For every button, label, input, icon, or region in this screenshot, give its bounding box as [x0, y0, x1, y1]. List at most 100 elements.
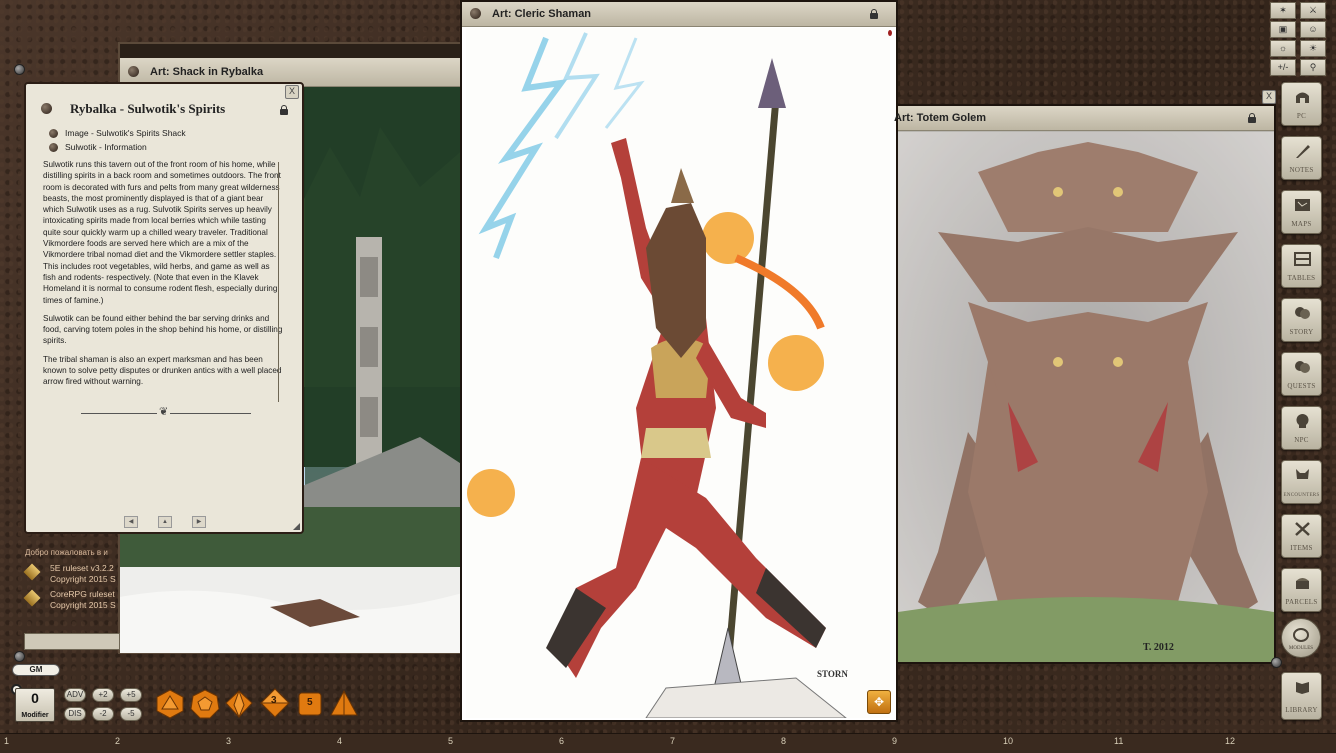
top-toolbar: ✶ ⚔ ▣ ☺ ☼ ☀ +/- ⚲ [1268, 1, 1330, 77]
sidebar-item-notes[interactable]: NOTES [1281, 136, 1322, 180]
d10-icon[interactable] [224, 689, 254, 719]
chat-input[interactable] [24, 633, 120, 650]
helmet-icon [1296, 92, 1309, 103]
tool-tokens-icon[interactable]: ⚔ [1300, 2, 1326, 19]
sidebar-item-label: QUESTS [1287, 382, 1316, 390]
sidebar-item-label: MAPS [1291, 220, 1312, 228]
story-title: Rybalka - Sulwotik's Spirits [70, 101, 226, 116]
shack-title: Art: Shack in Rybalka [150, 66, 264, 78]
prev-button[interactable]: ◀ [124, 516, 138, 528]
sidebar-item-label: ITEMS [1290, 544, 1313, 552]
ruler-tick: 7 [670, 736, 676, 746]
window-resize-handle[interactable] [1271, 657, 1282, 668]
story-scrollbar[interactable] [276, 162, 282, 402]
sidebar-item-label: PC [1296, 112, 1307, 120]
sidebar-item-quests[interactable]: QUESTS [1281, 352, 1322, 396]
share-icon[interactable]: ✥ [867, 690, 891, 714]
plus5-button[interactable]: +5 [120, 688, 142, 702]
ruler-tick: 3 [226, 736, 232, 746]
adv-button[interactable]: ADV [64, 688, 86, 702]
d12-icon[interactable] [190, 689, 220, 719]
shaman-titlebar[interactable]: Art: Cleric Shaman [462, 2, 896, 27]
ruler-tick: 1 [4, 736, 10, 746]
window-menu-icon[interactable] [128, 66, 139, 77]
sidebar-item-parcels[interactable]: PARCELS [1281, 568, 1322, 612]
dis-button[interactable]: DIS [64, 707, 86, 721]
tool-modifier-button[interactable]: +/- [1270, 59, 1296, 76]
resize-handle-icon[interactable] [293, 523, 300, 530]
plus2-button[interactable]: +2 [92, 688, 114, 702]
d8-value: 3 [271, 695, 277, 706]
sidebar-item-modules[interactable]: MODULES [1281, 618, 1321, 658]
window-golem[interactable]: Art: Totem Golem X T. 2012 [894, 90, 1282, 668]
demon-icon [1296, 469, 1309, 479]
sidebar-item-label: NPC [1294, 436, 1309, 444]
window-resize-handle[interactable] [14, 64, 25, 75]
close-button[interactable]: X [1262, 90, 1276, 104]
lock-icon[interactable] [870, 9, 878, 19]
tool-lighting-icon[interactable]: ✶ [1270, 2, 1296, 19]
d4-icon[interactable] [330, 690, 358, 718]
table-icon [1294, 252, 1311, 266]
sidebar-item-pc[interactable]: PC [1281, 82, 1322, 126]
sidebar-item-story[interactable]: STORY [1281, 298, 1322, 342]
sidebar-item-library[interactable]: LIBRARY [1281, 672, 1322, 720]
pin-icon[interactable] [888, 30, 892, 36]
cleric-shaman-image [466, 28, 890, 718]
window-menu-icon[interactable] [470, 8, 481, 19]
story-paragraph: The tribal shaman is also an expert mark… [43, 354, 282, 387]
tool-users-icon[interactable]: ☺ [1300, 21, 1326, 38]
tool-ooc-icon[interactable]: ☀ [1300, 40, 1326, 57]
up-button[interactable]: ▲ [158, 516, 172, 528]
story-link-label: Image - Sulwotik's Spirits Shack [65, 128, 186, 138]
minus5-button[interactable]: -5 [120, 707, 142, 721]
sidebar-item-items[interactable]: ITEMS [1281, 514, 1322, 558]
tool-chat-icon[interactable]: ☼ [1270, 40, 1296, 57]
story-menu-icon[interactable] [41, 103, 52, 114]
sidebar-item-label: STORY [1289, 328, 1314, 336]
story-text[interactable]: Sulwotik runs this tavern out of the fro… [43, 159, 283, 409]
close-button[interactable]: X [285, 85, 299, 99]
tool-options-icon[interactable]: ▣ [1270, 21, 1296, 38]
ruler-tick: 5 [448, 736, 454, 746]
chat-entry-line: Copyright 2015 S [50, 574, 116, 584]
lock-icon[interactable] [1248, 113, 1256, 123]
gm-label: GM [29, 665, 43, 674]
sidebar-item-npc[interactable]: NPC [1281, 406, 1322, 450]
minus2-button[interactable]: -2 [92, 707, 114, 721]
ruler-tick: 4 [337, 736, 343, 746]
quill-icon [1296, 145, 1310, 158]
chat-panel[interactable]: Добро пожаловать в и 5E ruleset v3.2.2 C… [23, 545, 120, 650]
window-resize-handle[interactable] [14, 651, 25, 662]
sidebar-item-tables[interactable]: TABLES [1281, 244, 1322, 288]
swords-icon [1295, 522, 1310, 536]
ruler-tick: 6 [559, 736, 565, 746]
chat-entry: CoreRPG ruleset Copyright 2015 S [23, 589, 120, 613]
chat-entry-line: Copyright 2015 S [50, 600, 116, 610]
ruler-tick: 11 [1114, 736, 1124, 746]
book-icon [1296, 682, 1309, 694]
d20-icon[interactable] [155, 689, 185, 719]
window-story[interactable]: X Rybalka - Sulwotik's Spirits Image - S… [24, 82, 304, 534]
sidebar-item-encounters[interactable]: ENCOUNTERS [1281, 460, 1322, 504]
sidebar-item-label: ENCOUNTERS [1283, 493, 1320, 498]
modifier-box[interactable]: 0 Modifier [15, 688, 55, 722]
skull-icon [1296, 414, 1309, 428]
story-paragraph: Sulwotik runs this tavern out of the fro… [43, 160, 281, 305]
tool-pointer-icon[interactable]: ⚲ [1300, 59, 1326, 76]
ruler-tick: 8 [781, 736, 787, 746]
link-icon [49, 143, 58, 152]
sidebar-item-label: MODULES [1288, 646, 1314, 651]
chat-welcome: Добро пожаловать в и [25, 548, 108, 557]
next-button[interactable]: ▶ [192, 516, 206, 528]
artist-signature: STORN [817, 669, 848, 679]
ruler-tick: 12 [1225, 736, 1236, 746]
sidebar-item-label: LIBRARY [1285, 706, 1318, 714]
ruler-tick: 2 [115, 736, 121, 746]
lock-icon[interactable] [280, 105, 288, 115]
sidebar-item-maps[interactable]: MAPS [1281, 190, 1322, 234]
chat-entry-icon [23, 563, 41, 581]
golem-titlebar[interactable]: Art: Totem Golem [894, 106, 1274, 131]
sidebar-item-label: PARCELS [1285, 598, 1318, 606]
window-shaman[interactable]: Art: Cleric Shaman STORN ✥ [460, 0, 898, 722]
